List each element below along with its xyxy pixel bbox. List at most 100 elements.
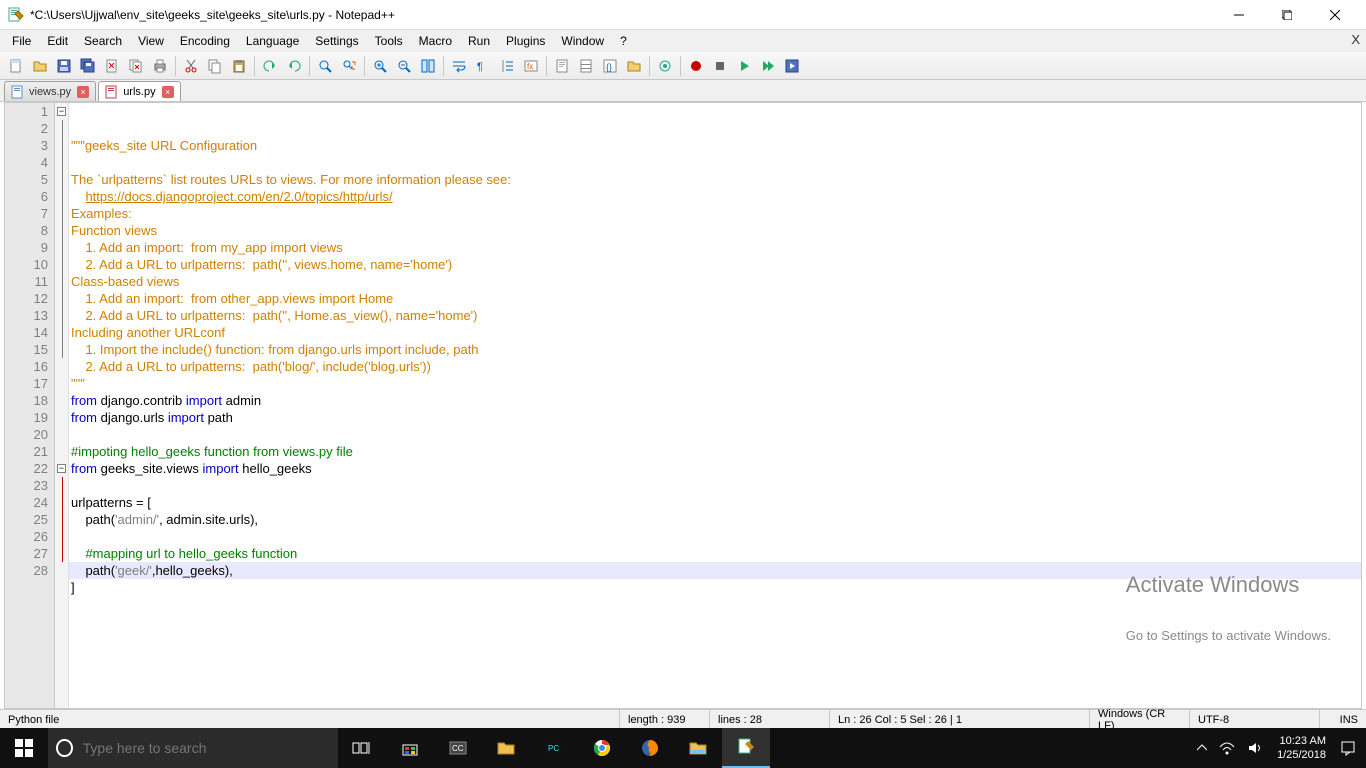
sync-vscroll-icon[interactable]	[417, 55, 439, 77]
fold-gutter[interactable]: −−	[55, 103, 69, 708]
minimize-button[interactable]	[1216, 0, 1262, 30]
menu-encoding[interactable]: Encoding	[172, 32, 238, 50]
maximize-button[interactable]	[1264, 0, 1310, 30]
taskbar-app-pycharm[interactable]: PC	[530, 728, 578, 768]
taskbar-search[interactable]	[48, 728, 338, 768]
svg-text:PC: PC	[548, 744, 559, 753]
window-title: *C:\Users\Ujjwal\env_site\geeks_site\gee…	[30, 8, 1216, 22]
doc-list-icon[interactable]	[575, 55, 597, 77]
print-icon[interactable]	[149, 55, 171, 77]
indent-guide-icon[interactable]	[496, 55, 518, 77]
record-macro-icon[interactable]	[685, 55, 707, 77]
tray-date: 1/25/2018	[1277, 748, 1326, 762]
tray-wifi-icon[interactable]	[1213, 728, 1241, 768]
paste-icon[interactable]	[228, 55, 250, 77]
status-encoding: UTF-8	[1190, 710, 1320, 729]
copy-icon[interactable]	[204, 55, 226, 77]
menu-search[interactable]: Search	[76, 32, 130, 50]
save-icon[interactable]	[53, 55, 75, 77]
main-toolbar: ¶ fx {}	[0, 52, 1366, 80]
tray-overflow-icon[interactable]	[1191, 728, 1213, 768]
menu-edit[interactable]: Edit	[39, 32, 76, 50]
lang-icon[interactable]: fx	[520, 55, 542, 77]
file-icon	[11, 85, 25, 99]
status-position: Ln : 26 Col : 5 Sel : 26 | 1	[830, 710, 1090, 729]
svg-text:¶: ¶	[477, 61, 483, 73]
app-icon	[8, 7, 24, 23]
windows-taskbar: CC PC 10:23 AM 1/25/2018	[0, 728, 1366, 768]
tray-time: 10:23 AM	[1277, 734, 1326, 748]
svg-text:fx: fx	[527, 62, 533, 71]
play-many-icon[interactable]	[757, 55, 779, 77]
tab-label: views.py	[29, 86, 71, 98]
window-titlebar: *C:\Users\Ujjwal\env_site\geeks_site\gee…	[0, 0, 1366, 30]
menu-macro[interactable]: Macro	[411, 32, 460, 50]
monitor-icon[interactable]	[654, 55, 676, 77]
taskbar-search-input[interactable]	[83, 740, 330, 756]
menu-window[interactable]: Window	[553, 32, 612, 50]
wordwrap-icon[interactable]	[448, 55, 470, 77]
taskbar-app-firefox[interactable]	[626, 728, 674, 768]
menu-file[interactable]: File	[4, 32, 39, 50]
find-icon[interactable]	[314, 55, 336, 77]
tray-clock[interactable]: 10:23 AM 1/25/2018	[1269, 734, 1334, 762]
tab-urls-py[interactable]: urls.py ×	[98, 81, 180, 101]
taskbar-app-cc[interactable]: CC	[434, 728, 482, 768]
menu-bar: File Edit Search View Encoding Language …	[0, 30, 1366, 52]
close-all-icon[interactable]	[125, 55, 147, 77]
play-macro-icon[interactable]	[733, 55, 755, 77]
zoom-out-icon[interactable]	[393, 55, 415, 77]
func-list-icon[interactable]: {}	[599, 55, 621, 77]
cortana-icon	[56, 739, 73, 757]
taskbar-app-notepadpp[interactable]	[722, 728, 770, 768]
svg-text:CC: CC	[452, 744, 464, 753]
taskbar-app-file-explorer[interactable]	[482, 728, 530, 768]
taskbar-app-chrome[interactable]	[578, 728, 626, 768]
stop-macro-icon[interactable]	[709, 55, 731, 77]
close-file-icon[interactable]	[101, 55, 123, 77]
tray-notifications-icon[interactable]	[1334, 728, 1362, 768]
menu-view[interactable]: View	[130, 32, 172, 50]
tab-views-py[interactable]: views.py ×	[4, 81, 96, 101]
doc-map-icon[interactable]	[551, 55, 573, 77]
status-length: length : 939	[620, 710, 710, 729]
code-area[interactable]: """geeks_site URL ConfigurationThe `urlp…	[69, 103, 1361, 708]
tab-close-icon[interactable]: ×	[77, 86, 89, 98]
save-macro-icon[interactable]	[781, 55, 803, 77]
code-editor[interactable]: 1234567891011121314151617181920212223242…	[4, 102, 1362, 709]
file-modified-icon	[105, 85, 119, 99]
cut-icon[interactable]	[180, 55, 202, 77]
open-file-icon[interactable]	[29, 55, 51, 77]
menu-tools[interactable]: Tools	[367, 32, 411, 50]
close-button[interactable]	[1312, 0, 1358, 30]
system-tray: 10:23 AM 1/25/2018	[1191, 728, 1366, 768]
replace-icon[interactable]	[338, 55, 360, 77]
svg-text:{}: {}	[606, 62, 612, 72]
taskbar-app-file-explorer-2[interactable]	[674, 728, 722, 768]
status-eol: Windows (CR LF)	[1090, 710, 1190, 729]
status-bar: Python file length : 939 lines : 28 Ln :…	[0, 709, 1366, 729]
folder-icon[interactable]	[623, 55, 645, 77]
menu-settings[interactable]: Settings	[307, 32, 366, 50]
new-file-icon[interactable]	[5, 55, 27, 77]
redo-icon[interactable]	[283, 55, 305, 77]
menubar-close-aux[interactable]: X	[1351, 32, 1360, 47]
watermark-line2: Go to Settings to activate Windows.	[1126, 627, 1331, 644]
taskbar-app-ms-store[interactable]	[386, 728, 434, 768]
menu-plugins[interactable]: Plugins	[498, 32, 553, 50]
menu-run[interactable]: Run	[460, 32, 498, 50]
start-button[interactable]	[0, 728, 48, 768]
tray-volume-icon[interactable]	[1241, 728, 1269, 768]
menu-language[interactable]: Language	[238, 32, 307, 50]
task-view-icon[interactable]	[338, 728, 386, 768]
line-number-gutter: 1234567891011121314151617181920212223242…	[5, 103, 55, 708]
save-all-icon[interactable]	[77, 55, 99, 77]
tab-close-icon[interactable]: ×	[162, 86, 174, 98]
zoom-in-icon[interactable]	[369, 55, 391, 77]
tab-label: urls.py	[123, 86, 155, 98]
menu-help[interactable]: ?	[612, 32, 635, 50]
document-tabbar: views.py × urls.py ×	[0, 80, 1366, 102]
undo-icon[interactable]	[259, 55, 281, 77]
status-filetype: Python file	[0, 710, 620, 729]
show-all-chars-icon[interactable]: ¶	[472, 55, 494, 77]
